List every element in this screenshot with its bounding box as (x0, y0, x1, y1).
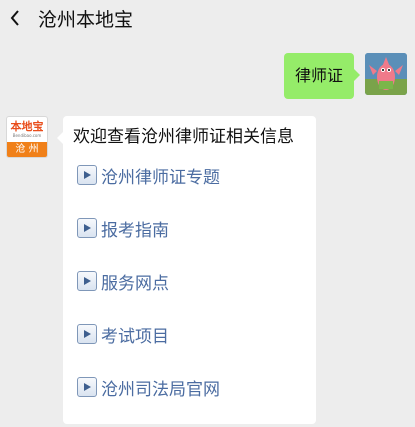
bot-message-row: 本地宝 Bendibao.com 沧 州 欢迎查看沧州律师证相关信息 沧州律师证… (6, 116, 316, 424)
link-justice-bureau-site[interactable]: 沧州司法局官网 (77, 374, 316, 400)
link-exam-guide[interactable]: 报考指南 (77, 215, 316, 241)
logo-brand-text: 本地宝 (10, 120, 44, 133)
chat-header: 沧州本地宝 (0, 0, 415, 36)
play-icon (77, 218, 97, 238)
user-message-row: 律师证 (283, 53, 407, 99)
bot-message-bubble: 欢迎查看沧州律师证相关信息 沧州律师证专题 报考指南 服务网点 考试项目 沧州司… (57, 116, 316, 424)
link-service-points[interactable]: 服务网点 (77, 268, 316, 294)
link-label: 沧州律师证专题 (101, 167, 220, 188)
chevron-left-icon (10, 10, 19, 26)
logo-url-text: Bendibao.com (12, 133, 42, 138)
link-label: 沧州司法局官网 (101, 379, 220, 400)
play-icon (77, 377, 97, 397)
user-avatar[interactable] (365, 53, 407, 95)
logo-city-text: 沧 州 (7, 142, 47, 157)
starfish-avatar-icon (365, 53, 407, 95)
bendibao-logo-avatar[interactable]: 本地宝 Bendibao.com 沧 州 (6, 116, 48, 158)
play-icon (77, 165, 97, 185)
link-lawyer-cert-topic[interactable]: 沧州律师证专题 (77, 162, 316, 188)
bot-greeting-text: 欢迎查看沧州律师证相关信息 (73, 127, 294, 147)
link-label: 考试项目 (101, 326, 169, 347)
chat-title: 沧州本地宝 (38, 8, 134, 31)
play-icon (77, 271, 97, 291)
link-exam-items[interactable]: 考试项目 (77, 321, 316, 347)
user-message-bubble[interactable]: 律师证 (283, 53, 361, 99)
play-icon (77, 324, 97, 344)
link-label: 服务网点 (101, 273, 169, 294)
back-button[interactable] (8, 10, 22, 26)
link-label: 报考指南 (101, 220, 169, 241)
